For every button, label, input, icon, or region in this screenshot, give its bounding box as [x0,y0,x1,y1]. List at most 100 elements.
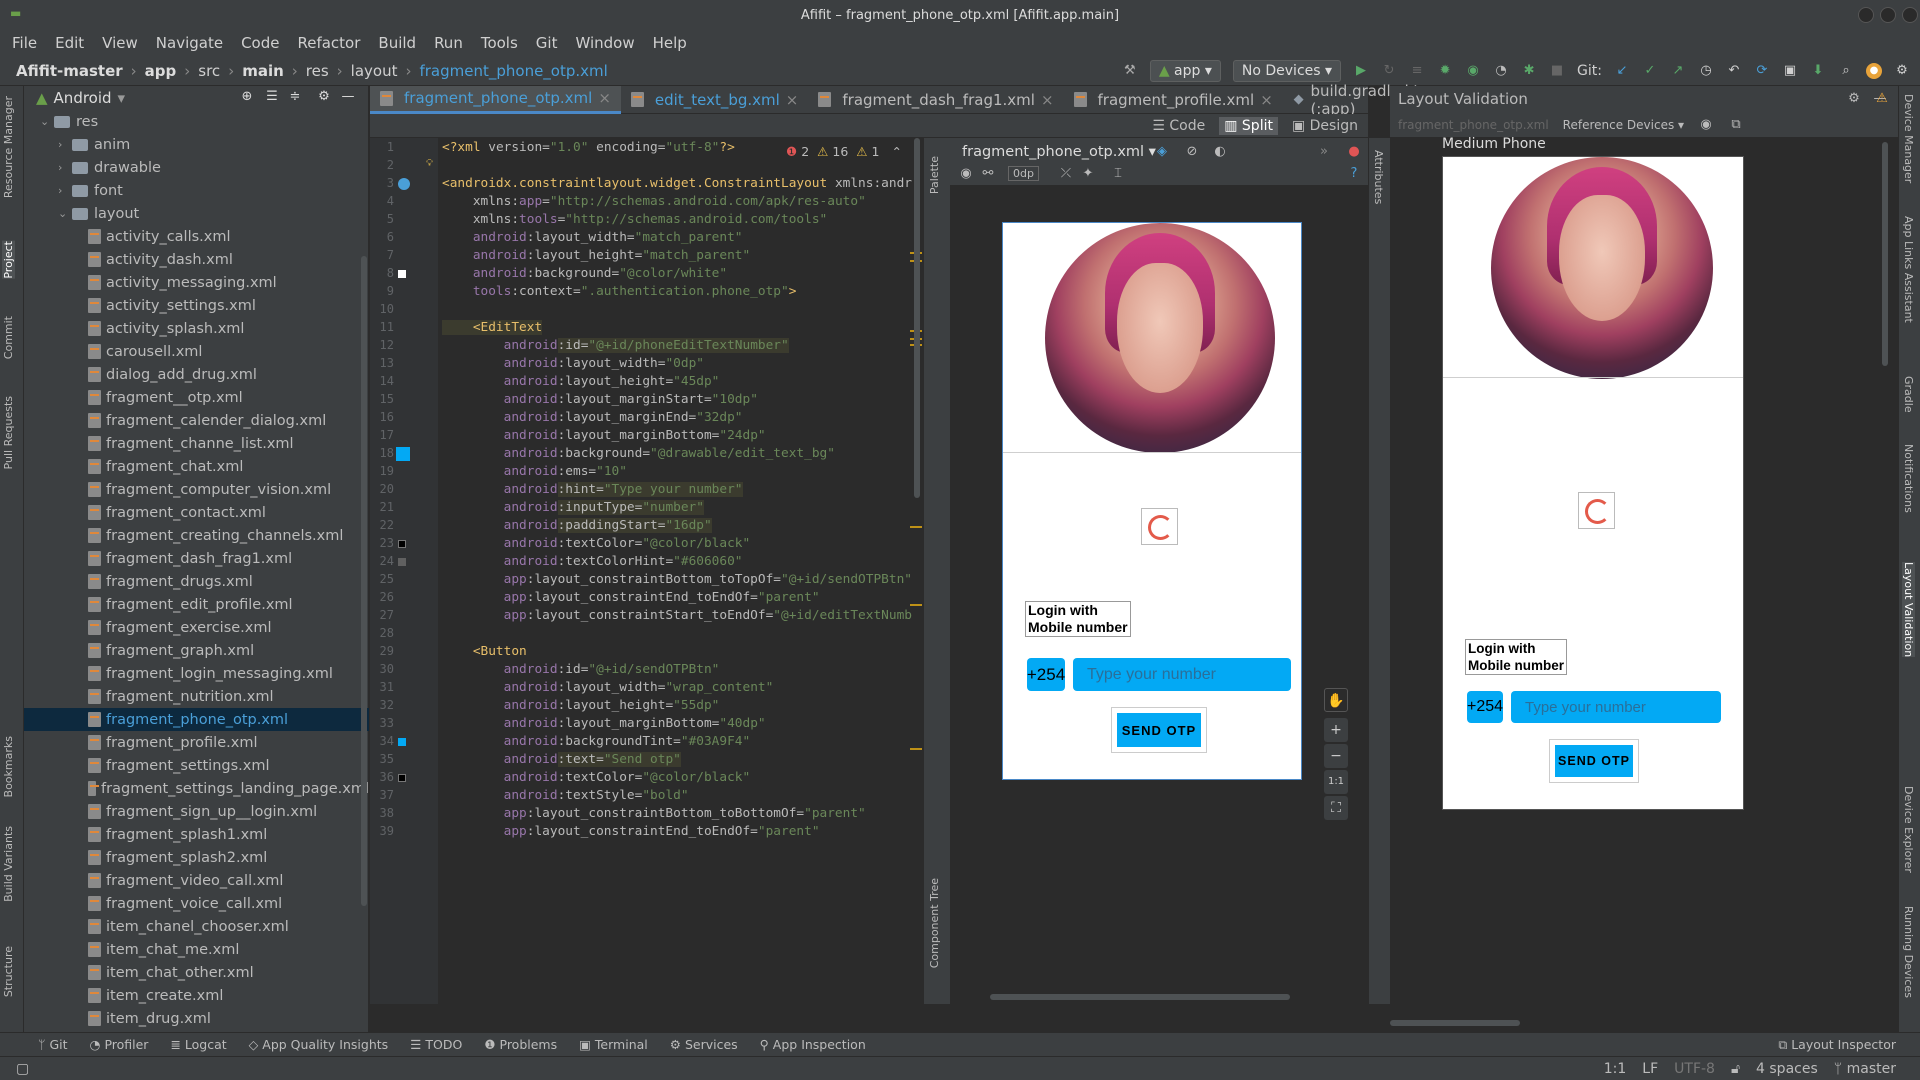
git-update-icon[interactable]: ↙ [1614,63,1630,79]
menu-git[interactable]: Git [536,34,558,52]
visibility-icon[interactable]: ◉ [1698,117,1714,133]
menu-refactor[interactable]: Refactor [297,34,360,52]
tree-folder-anim[interactable]: › anim [24,133,369,156]
tab-commit[interactable]: Commit [2,316,15,359]
menu-edit[interactable]: Edit [55,34,84,52]
tree-file[interactable]: fragment_settings.xml [24,754,369,777]
git-commit-icon[interactable]: ✓ [1642,63,1658,79]
tree-folder-font[interactable]: › font [24,179,369,202]
mode-split[interactable]: ▥ Split [1219,116,1278,135]
tree-file[interactable]: fragment_login_messaging.xml [24,662,369,685]
stop-icon[interactable]: ■ [1549,63,1565,79]
settings-icon[interactable]: ⚙ [1894,63,1910,79]
tab-layout-validation[interactable]: Layout Validation [1902,562,1915,658]
code-editor[interactable]: <?xml version="1.0" encoding="utf-8"?> <a… [438,138,924,1004]
tab-pull-requests[interactable]: Pull Requests [2,396,15,469]
hide-panel-icon[interactable]: — [340,89,356,105]
git-history-icon[interactable]: ◷ [1698,63,1714,79]
zoom-in-button[interactable]: + [1324,718,1348,742]
crumb-file[interactable]: fragment_phone_otp.xml [419,62,607,80]
error-indicator-icon[interactable]: ● [1346,144,1362,160]
layout-file-combo[interactable]: fragment_phone_otp.xml ▾ [962,144,1156,160]
tree-folder-layout[interactable]: ⌄ layout [24,202,369,225]
crumb-app[interactable]: app [145,62,177,80]
tab-palette[interactable]: Palette [928,156,941,194]
tool-profiler[interactable]: ◔ Profiler [90,1037,149,1052]
tab-device-explorer[interactable]: Device Explorer [1902,786,1915,873]
mode-code[interactable]: ☰ Code [1152,118,1205,134]
phone-number-input[interactable]: Type your number [1511,691,1721,723]
zoom-reset-button[interactable]: 1:1 [1324,770,1348,794]
gear-icon[interactable]: ⚙ [316,89,332,105]
menu-code[interactable]: Code [241,34,279,52]
bulb-icon[interactable]: 💡︎ [426,158,436,169]
inspection-widget[interactable]: ❶2 ⚠16 ⚠1 ⌃ ⌄ [786,144,923,159]
editor-tab-fragment-phone-otp[interactable]: fragment_phone_otp.xml × [370,85,621,114]
theme-icon[interactable]: ◐ [1212,144,1228,160]
tree-file[interactable]: activity_splash.xml [24,317,369,340]
tree-file[interactable]: activity_dash.xml [24,248,369,271]
tree-file[interactable]: fragment_settings_landing_page.xml [24,777,369,800]
updates-icon[interactable]: ● [1866,63,1882,79]
eye-icon[interactable]: ◉ [958,166,974,182]
tree-file[interactable]: fragment_splash2.xml [24,846,369,869]
layers-icon[interactable]: ◈ [1154,144,1170,160]
design-scrollbar[interactable] [990,994,1290,1000]
crumb-res[interactable]: res [306,62,329,80]
tree-file[interactable]: fragment_video_call.xml [24,869,369,892]
sdk-manager-icon[interactable]: ⬇ [1810,63,1826,79]
black-color-swatch[interactable] [398,540,406,548]
menu-view[interactable]: View [102,34,138,52]
tree-file[interactable]: fragment_exercise.xml [24,616,369,639]
minimize-button[interactable] [1858,7,1874,23]
git-push-icon[interactable]: ↗ [1670,63,1686,79]
gray-color-swatch[interactable] [398,558,406,566]
tree-file[interactable]: fragment_dash_frag1.xml [24,547,369,570]
orientation-icon[interactable]: ⊘ [1184,144,1200,160]
more-design-icon[interactable]: » [1316,144,1332,160]
tree-file[interactable]: carousell.xml [24,340,369,363]
run-icon[interactable]: ▶ [1353,63,1369,79]
tab-notifications[interactable]: Notifications [1902,444,1915,513]
tree-file[interactable]: fragment_channe_list.xml [24,432,369,455]
device-combo[interactable]: No Devices ▾ [1232,60,1342,82]
reference-devices-combo[interactable]: Reference Devices ▾ [1563,118,1684,132]
profile-icon[interactable]: ◔ [1493,63,1509,79]
editor-tab-fragment-dash-frag1[interactable]: fragment_dash_frag1.xml × [808,86,1063,114]
android-view-icon[interactable] [398,178,410,190]
tree-file[interactable]: fragment_splash1.xml [24,823,369,846]
menu-help[interactable]: Help [653,34,687,52]
lock-icon[interactable]: 🔓︎ [1731,1061,1740,1077]
tree-folder-drawable[interactable]: › drawable [24,156,369,179]
tree-file[interactable]: fragment_drugs.xml [24,570,369,593]
send-otp-button[interactable]: SEND OTP [1555,745,1633,777]
guidelines-icon[interactable]: ⌶ [1110,166,1126,182]
warning-icon[interactable]: ⚠ [1874,91,1890,107]
tool-app-quality-insights[interactable]: ◇ App Quality Insights [249,1037,389,1052]
indent-setting[interactable]: 4 spaces [1756,1061,1818,1077]
debug-icon[interactable]: ✹ [1437,63,1453,79]
tree-file[interactable]: dialog_add_drug.xml [24,363,369,386]
tab-app-links-assistant[interactable]: App Links Assistant [1902,216,1915,323]
caret-position[interactable]: 1:1 [1604,1061,1627,1077]
send-otp-button[interactable]: SEND OTP [1117,713,1201,747]
tree-file[interactable]: fragment_creating_channels.xml [24,524,369,547]
tree-file[interactable]: fragment_sign_up__login.xml [24,800,369,823]
default-margin-combo[interactable]: 0dp [1008,166,1039,181]
menu-tools[interactable]: Tools [481,34,518,52]
tree-file[interactable]: fragment_nutrition.xml [24,685,369,708]
tree-file[interactable]: fragment_edit_profile.xml [24,593,369,616]
pan-icon[interactable]: ✋ [1324,688,1348,712]
tree-file[interactable]: item_chat_other.xml [24,961,369,984]
collapse-all-icon[interactable]: ≑ [287,89,303,105]
tree-file[interactable]: fragment_contact.xml [24,501,369,524]
clear-constraints-icon[interactable]: ⤫ [1058,166,1074,182]
apply-changes-icon[interactable]: ≡ [1409,63,1425,79]
crumb-main[interactable]: main [242,62,284,80]
git-branch[interactable]: ᛘ master [1834,1061,1896,1077]
tree-file[interactable]: fragment_profile.xml [24,731,369,754]
zoom-fit-icon[interactable]: ⛶ [1324,796,1348,820]
menu-run[interactable]: Run [434,34,463,52]
tab-device-manager[interactable]: Device Manager [1902,94,1915,183]
tree-file[interactable]: activity_calls.xml [24,225,369,248]
